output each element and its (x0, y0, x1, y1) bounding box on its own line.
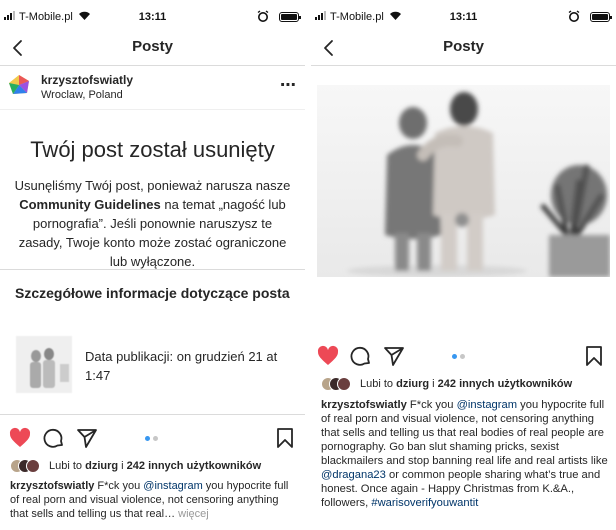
nav-bar: Posty (0, 36, 305, 66)
action-bar (0, 426, 305, 456)
post-header: krzysztofswiatly Wroclaw, Poland ⋯ (0, 68, 305, 110)
removed-message: Usunęliśmy Twój post, ponieważ narusza n… (10, 176, 295, 271)
divider (0, 414, 305, 415)
page-title: Posty (132, 38, 173, 55)
caption: krzysztofswiatly F*ck you @instagram you… (10, 479, 299, 521)
bookmark-icon[interactable] (273, 426, 297, 450)
avatar[interactable] (8, 74, 30, 96)
community-guidelines-link[interactable]: Community Guidelines (19, 197, 161, 212)
caption-username[interactable]: krzysztofswiatly (321, 399, 407, 411)
likes-prefix: Lubi to (360, 378, 397, 390)
likes-count[interactable]: 242 innych użytkowników (127, 460, 261, 472)
share-icon[interactable] (382, 344, 406, 368)
likes-connector: i (118, 460, 127, 472)
nav-bar: Posty (311, 36, 616, 66)
like-heart-icon[interactable] (316, 344, 340, 368)
alarm-icon (257, 10, 269, 22)
post-thumbnail (16, 336, 72, 393)
carousel-dots (452, 354, 465, 359)
caption-text: F*ck you (94, 480, 144, 492)
details-title: Szczegółowe informacje dotyczące posta (15, 285, 290, 301)
mention-link[interactable]: @instagram (143, 480, 202, 492)
removed-text-1: Usunęliśmy Twój post, ponieważ narusza n… (14, 178, 291, 193)
username[interactable]: krzysztofswiatly (41, 73, 133, 87)
battery-icon (279, 12, 301, 22)
carousel-dot (153, 436, 158, 441)
status-bar: T-Mobile.pl 13:11 (0, 0, 305, 36)
more-link[interactable]: więcej (175, 508, 209, 520)
mention-link[interactable]: @instagram (457, 399, 517, 411)
liker-avatar (337, 377, 351, 391)
likes-row: Lubi to dziurg i 242 innych użytkowników (321, 377, 612, 395)
post-photo[interactable] (317, 85, 610, 277)
liker-username[interactable]: dziurg (396, 378, 429, 390)
caption-text: F*ck you (406, 399, 457, 411)
divider (0, 269, 305, 270)
carousel-dot-active (145, 436, 150, 441)
battery-icon (590, 12, 612, 22)
carousel-dots (145, 436, 158, 441)
mention-link[interactable]: @dragana23 (321, 469, 386, 481)
comment-icon[interactable] (42, 426, 66, 450)
liker-avatar (26, 459, 40, 473)
alarm-icon (568, 10, 580, 22)
removed-title: Twój post został usunięty (30, 137, 275, 162)
like-heart-icon[interactable] (8, 426, 32, 450)
likes-count[interactable]: 242 innych użytkowników (438, 378, 572, 390)
status-bar: T-Mobile.pl 13:11 (311, 0, 616, 36)
likes-connector: i (429, 378, 438, 390)
right-screen: T-Mobile.pl 13:11 Posty Lubi to dziurg i… (311, 0, 616, 530)
more-options-icon[interactable]: ⋯ (280, 75, 297, 95)
carousel-dot (460, 354, 465, 359)
share-icon[interactable] (75, 426, 99, 450)
page-title: Posty (443, 38, 484, 55)
hashtag-link[interactable]: #warisoverifyouwantit (371, 497, 478, 509)
caption: krzysztofswiatly F*ck you @instagram you… (321, 398, 610, 510)
likes-prefix: Lubi to (49, 460, 86, 472)
carousel-dot-active (452, 354, 457, 359)
location[interactable]: Wroclaw, Poland (41, 89, 123, 101)
comment-icon[interactable] (349, 344, 373, 368)
publication-date: Data publikacji: on grudzień 21 at 1:47 (85, 349, 278, 383)
likes-text: Lubi to dziurg i 242 innych użytkowników (360, 378, 572, 390)
caption-username[interactable]: krzysztofswiatly (10, 480, 94, 492)
left-screen: T-Mobile.pl 13:11 Posty krzysztofswiatly… (0, 0, 305, 530)
likes-text: Lubi to dziurg i 242 innych użytkowników (49, 460, 261, 472)
liker-username[interactable]: dziurg (85, 460, 118, 472)
likes-row: Lubi to dziurg i 242 innych użytkowników (10, 459, 301, 477)
bookmark-icon[interactable] (582, 344, 606, 368)
action-bar (311, 344, 616, 374)
